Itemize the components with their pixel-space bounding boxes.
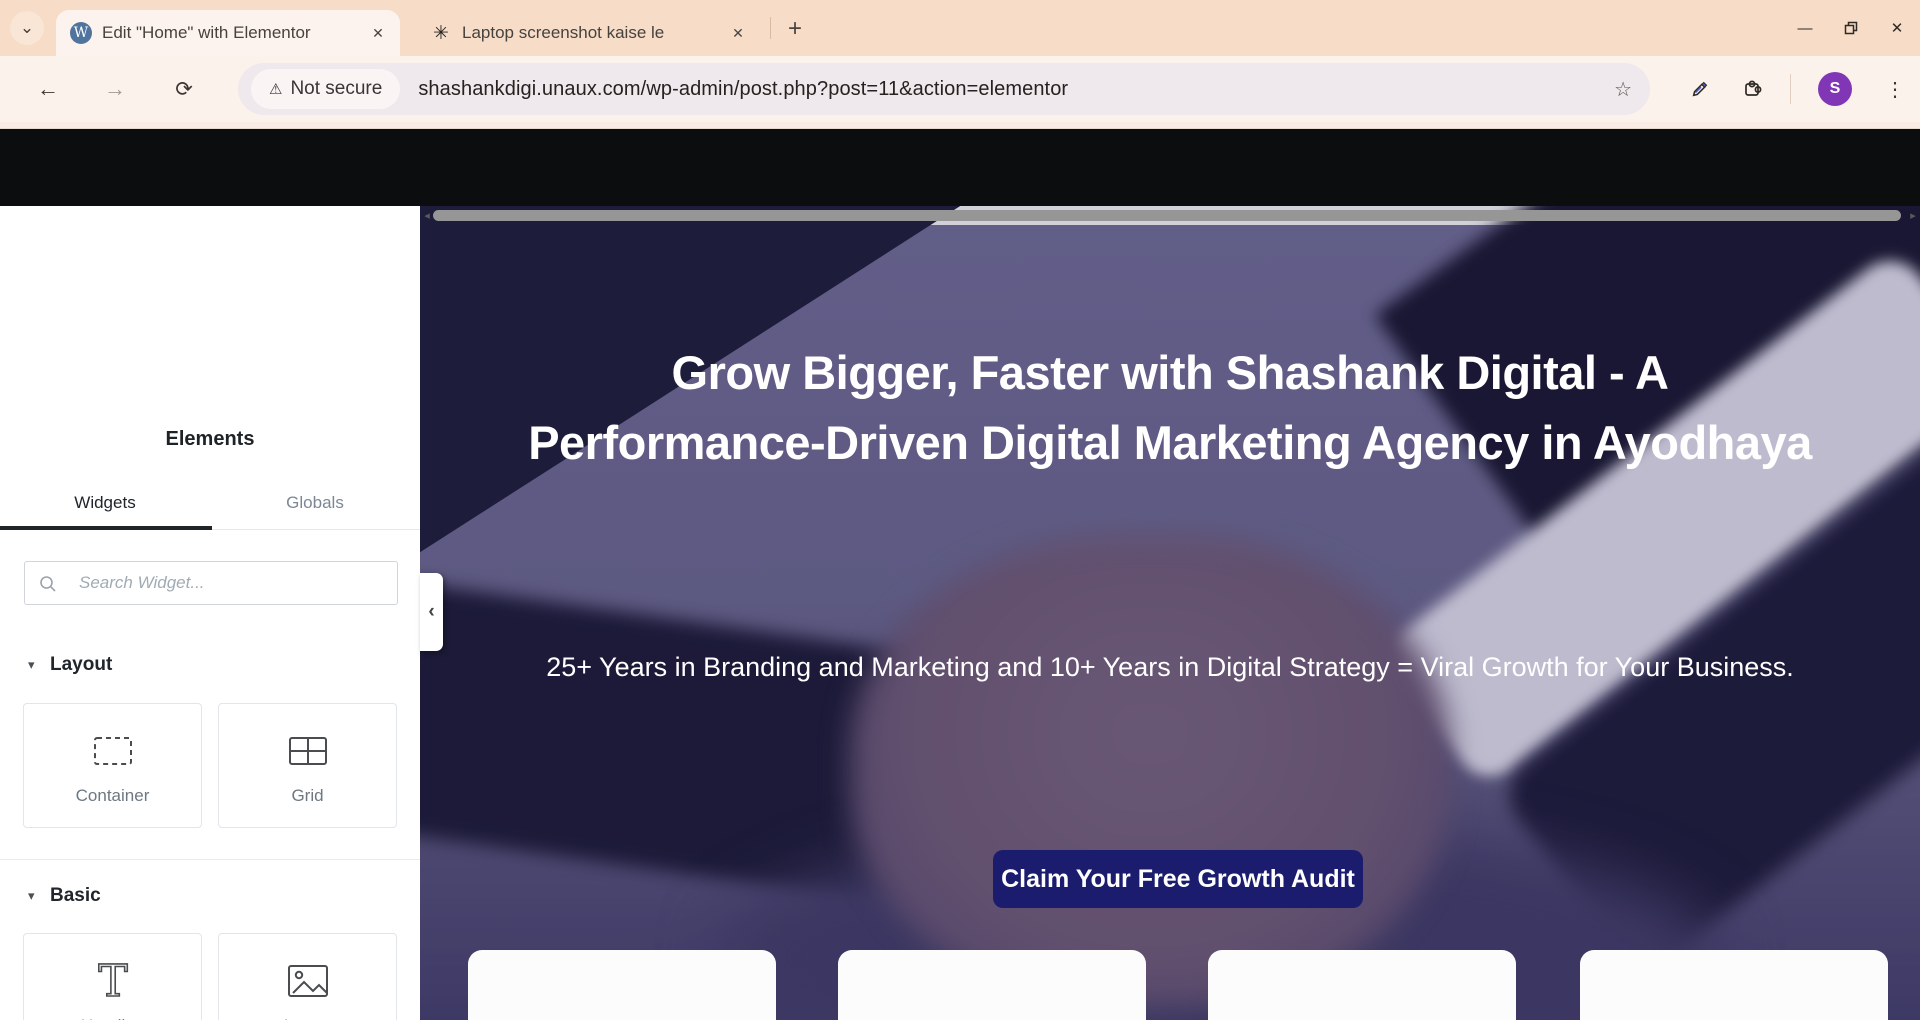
active-tab-underline — [0, 526, 212, 530]
widget-card-grid[interactable]: Grid — [218, 703, 397, 828]
hero-heading[interactable]: Grow Bigger, Faster with Shashank Digita… — [520, 338, 1820, 478]
scrollbar-thumb[interactable] — [433, 210, 1901, 221]
browser-tab-inactive[interactable]: ✳ Laptop screenshot kaise le ✕ — [408, 10, 760, 56]
search-widget-input[interactable] — [24, 561, 398, 605]
security-chip[interactable]: ⚠ Not secure — [251, 69, 400, 109]
cta-button[interactable]: Claim Your Free Growth Audit — [993, 850, 1363, 908]
svg-text:T: T — [98, 958, 127, 1004]
hero-subheading[interactable]: 25+ Years in Branding and Marketing and … — [420, 652, 1920, 683]
elements-panel: Elements Widgets Globals ▾ Layout Contai… — [0, 206, 420, 1020]
section-header-layout[interactable]: ▾ Layout — [28, 652, 112, 678]
chrome-bottom-edge — [0, 122, 1920, 129]
grid-icon — [219, 726, 396, 776]
tab-close-icon[interactable]: ✕ — [726, 21, 750, 45]
widget-label: Heading — [24, 1016, 201, 1020]
panel-title: Elements — [0, 428, 420, 451]
window-restore-button[interactable] — [1828, 8, 1874, 48]
widget-card-heading[interactable]: T Heading — [23, 933, 202, 1020]
chevron-left-icon: ‹ — [428, 601, 434, 623]
url-text[interactable]: shashankdigi.unaux.com/wp-admin/post.php… — [418, 78, 1068, 101]
widget-card-image[interactable]: Image — [218, 933, 397, 1020]
caret-down-icon: ▾ — [28, 888, 50, 904]
toolbar-divider — [1790, 74, 1791, 104]
puzzle-icon — [1741, 76, 1765, 100]
section-title: Layout — [50, 654, 112, 676]
widget-label: Grid — [219, 786, 396, 806]
forward-button[interactable]: → — [100, 75, 130, 103]
window-close-button[interactable]: ✕ — [1874, 8, 1920, 48]
extensions-button[interactable] — [1736, 71, 1770, 105]
search-icon — [38, 574, 58, 594]
heading-icon: T — [24, 956, 201, 1006]
feature-card[interactable] — [1208, 950, 1516, 1020]
section-header-basic[interactable]: ▾ Basic — [28, 883, 101, 909]
tab-divider — [770, 17, 771, 39]
new-tab-button[interactable]: + — [780, 14, 810, 44]
color-picker-button[interactable] — [1684, 71, 1718, 105]
elementor-top-bar: + Home ⌄ ⚙ — [0, 129, 1920, 206]
browser-address-bar: ← → ⟳ ⚠ Not secure shashankdigi.unaux.co… — [0, 56, 1920, 122]
image-icon — [219, 956, 396, 1006]
panel-collapse-handle[interactable]: ‹ — [420, 573, 443, 651]
tab-title: Laptop screenshot kaise le — [462, 23, 726, 43]
reload-button[interactable]: ⟳ — [169, 75, 199, 103]
tab-search-button[interactable]: ⌄ — [10, 11, 44, 45]
wordpress-icon: W — [70, 22, 92, 44]
profile-avatar[interactable]: S — [1818, 72, 1852, 106]
tab-widgets[interactable]: Widgets — [0, 476, 210, 530]
chatgpt-icon: ✳ — [430, 22, 452, 44]
widget-label: Image — [219, 1016, 396, 1020]
window-minimize-button[interactable]: — — [1782, 8, 1828, 48]
bookmark-star-icon[interactable]: ☆ — [1614, 77, 1632, 102]
scroll-left-icon[interactable]: ◂ — [420, 206, 434, 225]
browser-tab-active[interactable]: W Edit "Home" with Elementor ✕ — [56, 10, 400, 56]
security-label: Not secure — [290, 78, 382, 100]
browser-menu-button[interactable]: ⋮ — [1880, 73, 1910, 105]
tab-title: Edit "Home" with Elementor — [102, 23, 366, 43]
widget-label: Container — [24, 786, 201, 806]
back-button[interactable]: ← — [33, 75, 63, 103]
scroll-right-icon[interactable]: ▸ — [1906, 206, 1920, 225]
container-icon — [24, 726, 201, 776]
tab-globals[interactable]: Globals — [210, 476, 420, 530]
screen: ⌄ W Edit "Home" with Elementor ✕ ✳ Lapto… — [0, 0, 1920, 1020]
section-title: Basic — [50, 885, 101, 907]
restore-icon — [1843, 20, 1859, 36]
feature-card[interactable] — [1580, 950, 1888, 1020]
warning-icon: ⚠ — [269, 80, 282, 98]
tab-close-icon[interactable]: ✕ — [366, 21, 390, 45]
window-controls: — ✕ — [1782, 0, 1920, 56]
widget-card-container[interactable]: Container — [23, 703, 202, 828]
feature-card[interactable] — [838, 950, 1146, 1020]
omnibox[interactable]: ⚠ Not secure shashankdigi.unaux.com/wp-a… — [238, 63, 1650, 115]
preview-canvas[interactable]: Grow Bigger, Faster with Shashank Digita… — [420, 206, 1920, 1020]
section-divider — [0, 859, 420, 860]
eyedropper-icon — [1690, 77, 1712, 99]
caret-down-icon: ▾ — [28, 657, 50, 673]
feature-card[interactable] — [468, 950, 776, 1020]
browser-tab-strip: ⌄ W Edit "Home" with Elementor ✕ ✳ Lapto… — [0, 0, 1920, 56]
